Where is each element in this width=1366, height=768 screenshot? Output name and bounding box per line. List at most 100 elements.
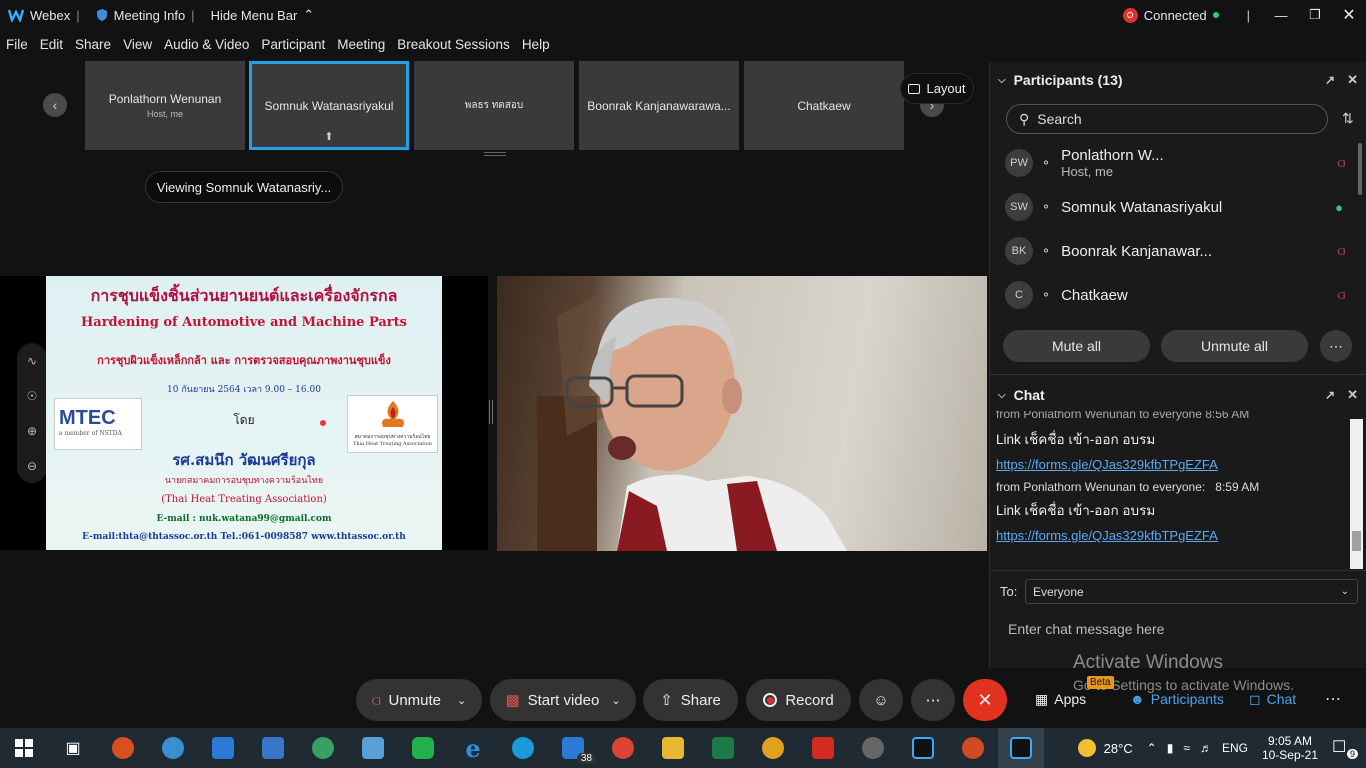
filmstrip-tile[interactable]: Boonrak Kanjanawarawa... [579,61,739,150]
notes-app-icon[interactable] [348,728,398,768]
chat-scrollbar[interactable] [1350,419,1363,569]
filmstrip-tile-active[interactable]: Somnuk Watanasriyakul ⬆ [249,61,409,150]
volume-icon[interactable]: ♬ [1200,741,1212,755]
mtec-logo-sub: a member of NSTDA [59,430,122,437]
share-button[interactable]: ⇧ Share [643,679,738,721]
menu-file[interactable]: File [0,34,34,56]
task-view-icon[interactable]: ▣ [48,728,98,768]
snipping-tool-icon[interactable] [148,728,198,768]
popout-icon[interactable]: ↗ [1325,73,1335,87]
windows-start-button[interactable] [0,728,48,768]
reactions-button[interactable]: ☺ [859,679,903,721]
zoom-in-icon[interactable]: ⊕ [27,424,37,438]
clock[interactable]: 9:05 AM 10-Sep-21 [1262,734,1318,762]
layout-button[interactable]: Layout [900,73,974,104]
record-button[interactable]: Record [746,679,851,721]
remote-desktop-icon[interactable] [98,728,148,768]
menu-audio-video[interactable]: Audio & Video [158,34,255,56]
pdf-reader-icon[interactable] [798,728,848,768]
webex-taskbar-icon[interactable] [898,728,948,768]
calendar-app-icon[interactable] [198,728,248,768]
participant-search-input[interactable]: ⚲ Search [1006,104,1328,134]
unmute-all-button[interactable]: Unmute all [1161,330,1308,362]
chrome-profile-icon[interactable] [598,728,648,768]
chevron-down-icon[interactable]: ⌄ [611,694,620,707]
chat-toggle-button[interactable]: ◻ Chat [1249,687,1296,711]
chat-link[interactable]: https://forms.gle/QJas329kfbTPgEZFA [996,457,1218,472]
restore-icon[interactable]: ❐ [1298,7,1332,23]
menu-breakout-sessions[interactable]: Breakout Sessions [391,34,516,56]
notification-center[interactable]: ☐ 9 [1332,737,1358,759]
more-controls-button[interactable]: ⋯ [911,679,955,721]
file-explorer-icon[interactable] [648,728,698,768]
mute-all-button[interactable]: Mute all [1003,330,1150,362]
zoom-out-icon[interactable]: ⊖ [27,459,37,473]
menu-share[interactable]: Share [69,34,117,56]
more-options-button[interactable]: ⋯ [1320,330,1352,362]
filmstrip-tile[interactable]: พลธร ทดสอบ [414,61,574,150]
menu-edit[interactable]: Edit [34,34,69,56]
powerpoint-icon[interactable] [948,728,998,768]
edge-browser-icon[interactable] [498,728,548,768]
menu-help[interactable]: Help [516,34,556,56]
participant-row[interactable]: SW ⚬ Somnuk Watanasriyakul ● [1000,187,1355,227]
chrome-icon[interactable] [748,728,798,768]
language-indicator[interactable]: ENG [1222,741,1248,755]
meeting-info-button[interactable]: Meeting Info | [88,8,203,23]
close-window-icon[interactable]: ✕ [1332,5,1366,25]
chat-message-input[interactable]: Enter chat message here [1008,621,1164,637]
unmute-button[interactable]: ⫏ Unmute ⌄ [356,679,482,721]
chat-recipient-select[interactable]: Everyone ⌄ [1025,579,1358,604]
line-app-icon[interactable] [398,728,448,768]
close-panel-icon[interactable]: ✕ [1347,72,1358,88]
weather-widget[interactable]: 28°C [1077,739,1133,757]
filmstrip-tile[interactable]: Ponlathorn Wenunan Host, me [85,61,245,150]
participant-row[interactable]: PW ⚬ Ponlathorn W... Host, me ⫏ [1000,143,1355,183]
end-meeting-button[interactable]: ✕ [963,679,1007,721]
remote-control-icon[interactable]: ☉ [27,389,38,403]
connection-status[interactable]: Connected [1115,7,1227,23]
split-handle[interactable] [489,400,493,424]
menu-meeting[interactable]: Meeting [331,34,391,56]
menu-participant[interactable]: Participant [255,34,331,56]
chevron-down-icon[interactable]: ⌄ [457,694,466,707]
annotate-icon[interactable]: ∿ [27,354,37,368]
mail-app-icon[interactable]: 38 [548,728,598,768]
webex-meeting-taskbar-icon[interactable] [998,728,1044,768]
minimize-icon[interactable]: — [1264,8,1298,23]
apps-button[interactable]: ▦ Apps [1035,687,1086,711]
tray-chevron-up-icon[interactable]: ⌃ [1147,741,1157,755]
wifi-icon[interactable]: ≈ [1183,741,1190,755]
excel-icon[interactable] [698,728,748,768]
settings-app-icon[interactable] [848,728,898,768]
mic-active-icon[interactable]: ● [1335,200,1343,215]
popout-icon[interactable]: ↗ [1325,388,1335,402]
participant-row[interactable]: C ⚬ Chatkaew ⫏ [1000,275,1355,315]
record-status-icon [1122,7,1138,23]
mic-muted-icon[interactable]: ⫏ [1337,243,1345,259]
collapse-chevron-icon[interactable]: ⌵ [998,75,1006,86]
filmstrip-resize-handle[interactable] [484,152,506,156]
battery-icon[interactable]: ▮ [1167,741,1174,755]
menu-view[interactable]: View [117,34,158,56]
participants-toggle-button[interactable]: ☻ Participants [1130,687,1224,711]
sort-icon[interactable]: ⇅ [1342,110,1354,127]
share-icon: ⇧ [660,692,673,709]
calculator-icon[interactable] [248,728,298,768]
hide-menu-bar-button[interactable]: Hide Menu Bar ⌃ [203,7,323,23]
webex-app[interactable]: Webex | [0,8,88,23]
mic-muted-icon[interactable]: ⫏ [1337,155,1345,171]
start-video-button[interactable]: ▩ Start video ⌄ [490,679,636,721]
collapse-chevron-icon[interactable]: ⌵ [998,390,1006,401]
network-app-icon[interactable] [298,728,348,768]
internet-explorer-icon[interactable]: e [448,728,498,768]
participants-scrollbar[interactable] [1358,143,1362,195]
participant-row[interactable]: BK ⚬ Boonrak Kanjanawar... ⫏ [1000,231,1355,271]
filmstrip-prev-button[interactable]: ‹ [43,93,67,117]
more-panels-button[interactable]: ⋯ [1325,689,1341,709]
participants-header: ⌵ Participants (13) ↗ ✕ [998,72,1358,88]
close-panel-icon[interactable]: ✕ [1347,387,1358,403]
filmstrip-tile[interactable]: Chatkaew [744,61,904,150]
chat-link[interactable]: https://forms.gle/QJas329kfbTPgEZFA [996,528,1218,543]
mic-muted-icon[interactable]: ⫏ [1337,287,1345,303]
